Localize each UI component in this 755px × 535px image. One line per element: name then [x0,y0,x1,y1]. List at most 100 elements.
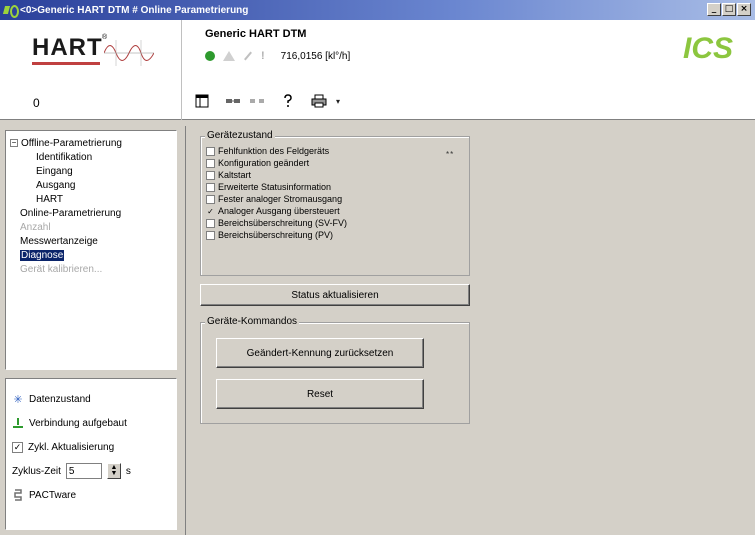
status-item-cold-start[interactable]: Kaltstart [206,169,347,181]
status-item-label: Bereichsüberschreitung (PV) [218,230,334,240]
cycle-time-unit: s [125,465,131,477]
sine-wave-icon [104,40,154,66]
cycle-time-spinner[interactable]: ▲ ▼ [106,463,121,479]
window-layout-icon[interactable] [193,92,211,110]
navigation-tree: − Offline-Parametrierung Identifikation E… [5,130,177,370]
tree-item-ausgang[interactable]: Ausgang [10,179,172,193]
hart-logo-text: HART [32,34,103,61]
diagnose-page: Gerätezustand Fehlfunktion des Feldgerät… [185,126,755,535]
main-content: Gerätezustand Fehlfunktion des Feldgerät… [185,126,755,535]
print-icon[interactable] [310,92,328,110]
status-checkbox[interactable] [206,158,215,168]
status-checkbox[interactable] [206,194,215,204]
toolbar-separator [303,92,304,110]
toolbar-separator [217,92,218,110]
status-checkbox[interactable] [206,182,215,192]
connection-label: Verbindung aufgebaut [29,417,127,429]
window-titlebar[interactable]: <0>Generic HART DTM # Online Parametrier… [0,0,755,20]
device-id: 0 [33,96,40,110]
data-state-label: Datenzustand [29,393,91,405]
status-item-label: Fehlfunktion des Feldgeräts [218,146,330,156]
spin-down-icon[interactable]: ▼ [110,470,117,477]
tree-item-label: HART [36,194,64,205]
tree-item-label: Gerät kalibrieren... [20,264,103,275]
status-item-malfunction[interactable]: Fehlfunktion des Feldgeräts [206,145,347,157]
toolbar-separator [272,92,273,110]
connect-icon[interactable] [224,92,242,110]
device-state-title: Gerätezustand [205,130,275,141]
tree-item-label: Offline-Parametrierung [21,138,122,149]
status-item-config-changed[interactable]: Konfiguration geändert [206,157,347,169]
status-item-label: Fester analoger Stromausgang [218,194,343,204]
cycle-time-row: Zyklus-Zeit 5 ▲ ▼ s [12,459,170,483]
tree-item-label: Anzahl [20,222,51,233]
tree-item-diagnose[interactable]: Diagnose [10,249,172,263]
tree-item-eingang[interactable]: Eingang [10,165,172,179]
status-item-label: Bereichsüberschreitung (SV-FV) [218,218,348,228]
tree-item-identifikation[interactable]: Identifikation [10,151,172,165]
cyclic-update-row[interactable]: ✓ Zykl. Aktualisierung [12,435,170,459]
device-name: Generic HART DTM [205,28,307,40]
tree-item-hart[interactable]: HART [10,193,172,207]
tree-item-label: Identifikation [36,152,93,163]
tree-item-label: Online-Parametrierung [20,208,122,219]
restore-button[interactable]: □ [722,3,736,16]
cycle-time-input[interactable]: 5 [65,463,102,479]
status-item-fixed-output[interactable]: Fester analoger Stromausgang [206,193,347,205]
device-state-group: Gerätezustand Fehlfunktion des Feldgerät… [200,130,470,276]
pactware-label: PACTware [29,489,77,501]
status-item-label: Konfiguration geändert [218,158,310,168]
tree-item-offline-parametrierung[interactable]: − Offline-Parametrierung [10,137,172,151]
disconnect-icon[interactable] [248,92,266,110]
status-checkbox[interactable] [206,230,215,240]
tree-item-label: Eingang [36,166,73,177]
online-status-icon [205,51,215,61]
connection-row: Verbindung aufgebaut [12,411,170,435]
status-item-range-pv[interactable]: Bereichsüberschreitung (PV) [206,229,347,241]
collapse-icon[interactable]: − [10,139,18,148]
status-item-output-saturated[interactable]: ✓ Analoger Ausgang übersteuert [206,205,347,217]
status-checkbox-checked[interactable]: ✓ [206,207,215,216]
status-checkbox[interactable] [206,218,215,228]
cyclic-update-checkbox[interactable]: ✓ [12,441,23,453]
logo-area: HART ® 0 [0,20,182,120]
status-item-label: Kaltstart [218,170,252,180]
tree-item-messwertanzeige[interactable]: Messwertanzeige [10,235,172,249]
tree-item-geraet-kalibrieren[interactable]: Gerät kalibrieren... [10,263,172,277]
warning-icon [223,51,235,61]
toolbar: ▾ [193,92,342,110]
device-status-row: ! 716,0156 [kl°/h] [205,50,350,62]
status-item-extended-status[interactable]: Erweiterte Statusinformation [206,181,347,193]
close-button[interactable]: × [737,3,751,16]
status-item-label: Analoger Ausgang übersteuert [218,206,340,216]
reset-changed-flag-button[interactable]: Geändert-Kennung zurücksetzen [216,338,424,368]
tree-item-label: Ausgang [36,180,76,191]
dtm-header: HART ® 0 Generic HART DTM ! 716,0156 [kl… [0,20,755,120]
minimize-button[interactable]: _ [707,3,721,16]
wrench-icon [243,51,253,61]
hart-logo-underline [32,62,100,65]
tree-item-label: Diagnose [20,250,65,261]
status-checkbox[interactable] [206,146,215,156]
data-state-row: ✳ Datenzustand [12,387,170,411]
vendor-logo: ICS [683,32,743,72]
window-controls: _ □ × [707,3,751,16]
reset-button[interactable]: Reset [216,379,424,409]
device-state-list: Fehlfunktion des Feldgeräts Konfiguratio… [206,145,347,241]
status-checkbox[interactable] [206,170,215,180]
hart-logo: HART ® [32,34,154,74]
print-dropdown-icon[interactable]: ▾ [334,92,342,110]
status-item-range-sv-fv[interactable]: Bereichsüberschreitung (SV-FV) [206,217,347,229]
asterisk-icon: ✳ [13,393,23,406]
connection-icon [12,417,24,429]
status-indicator: ** [446,150,455,159]
primary-value: 716,0156 [kl°/h] [280,50,351,62]
refresh-status-button[interactable]: Status aktualisieren [200,284,470,306]
tree-item-online-parametrierung[interactable]: Online-Parametrierung [10,207,172,221]
tree-item-anzahl[interactable]: Anzahl [10,221,172,235]
vendor-logo-text: ICS [683,32,734,65]
status-panel: ✳ Datenzustand Verbindung aufgebaut ✓ Zy… [5,378,177,530]
cyclic-update-label: Zykl. Aktualisierung [28,441,115,453]
help-icon[interactable] [279,92,297,110]
status-item-label: Erweiterte Statusinformation [218,182,332,192]
